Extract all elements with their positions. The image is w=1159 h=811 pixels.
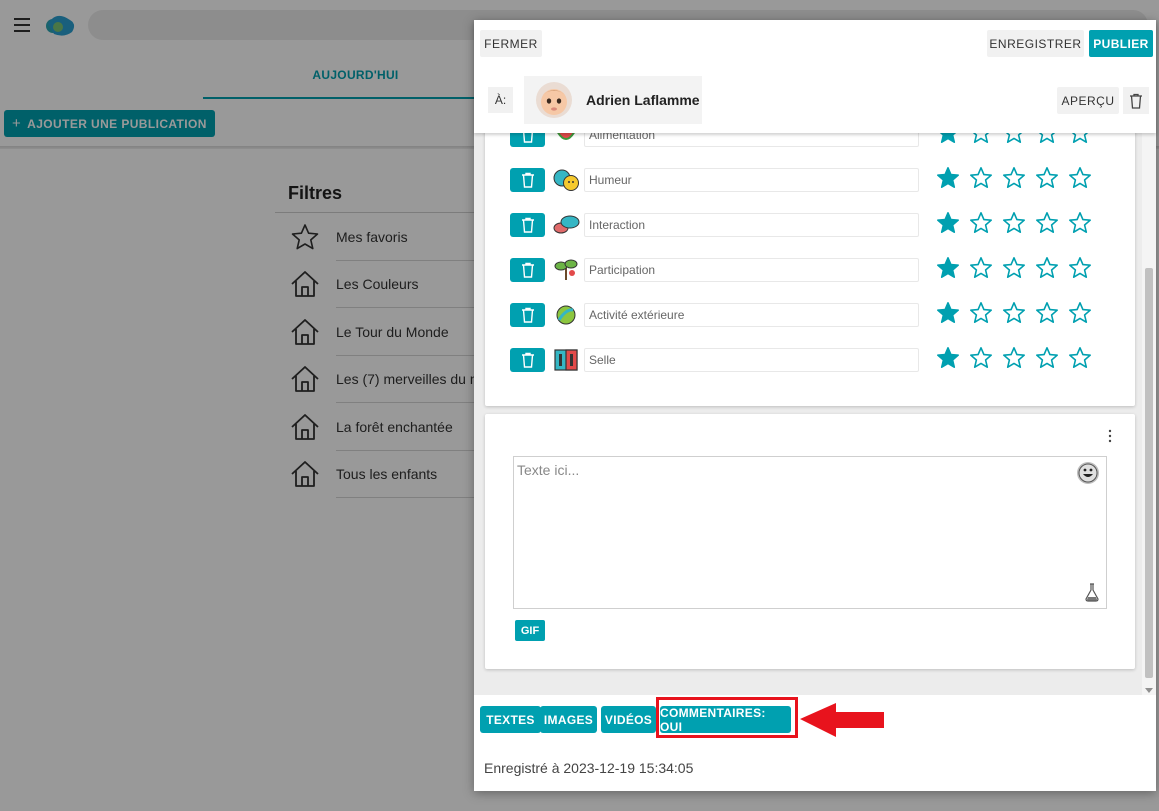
star-outline-icon[interactable]	[1035, 133, 1059, 145]
star-outline-icon[interactable]	[1068, 346, 1092, 370]
dialog-footer: TEXTES IMAGES VIDÉOS COMMENTAIRES: OUI E…	[474, 695, 1156, 791]
star-rating	[936, 346, 1092, 370]
rating-row-alimentation: Alimentation	[485, 133, 1135, 168]
star-outline-icon[interactable]	[1068, 256, 1092, 280]
star-outline-icon[interactable]	[969, 346, 993, 370]
star-rating	[936, 133, 1092, 145]
rating-label[interactable]: Selle	[584, 348, 919, 372]
recipient-chip[interactable]: Adrien Laflamme	[524, 76, 702, 124]
rating-label[interactable]: Interaction	[584, 213, 919, 237]
star-outline-icon[interactable]	[1068, 166, 1092, 190]
star-outline-icon[interactable]	[969, 211, 993, 235]
delete-rating-button[interactable]	[510, 348, 545, 372]
star-filled-icon[interactable]	[936, 346, 960, 370]
star-filled-icon[interactable]	[936, 133, 960, 145]
emoji-icon[interactable]	[1076, 461, 1100, 485]
saved-timestamp: Enregistré à 2023-12-19 15:34:05	[484, 760, 694, 776]
star-outline-icon[interactable]	[1035, 346, 1059, 370]
delete-button[interactable]	[1123, 87, 1149, 114]
delete-rating-button[interactable]	[510, 213, 545, 237]
star-outline-icon[interactable]	[1035, 256, 1059, 280]
recipient-to-label: À:	[488, 87, 513, 113]
recipient-name: Adrien Laflamme	[586, 92, 700, 108]
text-placeholder: Texte ici...	[517, 462, 580, 478]
delete-rating-button[interactable]	[510, 133, 545, 147]
more-options-icon[interactable]	[1107, 429, 1113, 443]
avatar	[536, 82, 572, 118]
images-button[interactable]: IMAGES	[540, 706, 597, 733]
flask-icon[interactable]	[1084, 582, 1100, 602]
ratings-card: Alimentation Humeur Interaction Particip…	[485, 133, 1135, 406]
star-outline-icon[interactable]	[1002, 133, 1026, 145]
publish-button[interactable]: PUBLIER	[1089, 30, 1153, 57]
star-outline-icon[interactable]	[1035, 211, 1059, 235]
star-outline-icon[interactable]	[1035, 301, 1059, 325]
videos-button[interactable]: VIDÉOS	[601, 706, 656, 733]
star-outline-icon[interactable]	[1002, 256, 1026, 280]
star-rating	[936, 166, 1092, 190]
scrollbar[interactable]	[1142, 133, 1156, 695]
restroom-icon	[554, 349, 578, 371]
star-filled-icon[interactable]	[936, 256, 960, 280]
trash-icon	[522, 133, 533, 143]
star-outline-icon[interactable]	[969, 166, 993, 190]
star-filled-icon[interactable]	[936, 166, 960, 190]
star-outline-icon[interactable]	[1002, 166, 1026, 190]
trash-icon	[521, 172, 534, 188]
watermelon-icon	[557, 133, 575, 140]
close-button[interactable]: FERMER	[480, 30, 542, 57]
star-filled-icon[interactable]	[936, 301, 960, 325]
star-outline-icon[interactable]	[969, 133, 993, 145]
rating-row-participation: Participation	[485, 256, 1135, 303]
publication-dialog: FERMER ENREGISTRER PUBLIER À: Adrien Laf…	[474, 20, 1156, 791]
text-card: Texte ici... GIF	[485, 414, 1135, 669]
speech-bubbles-icon	[553, 215, 580, 234]
trash-icon	[521, 217, 534, 233]
leaf-ball-icon	[556, 305, 576, 325]
star-rating	[936, 211, 1092, 235]
star-outline-icon[interactable]	[1035, 166, 1059, 190]
annotation-arrow-icon	[800, 703, 884, 737]
text-editor[interactable]: Texte ici...	[513, 456, 1107, 609]
delete-rating-button[interactable]	[510, 168, 545, 192]
star-outline-icon[interactable]	[969, 301, 993, 325]
rating-row-activite-exterieure: Activité extérieure	[485, 301, 1135, 348]
rating-label[interactable]: Humeur	[584, 168, 919, 192]
sprout-icon	[554, 259, 578, 280]
star-outline-icon[interactable]	[1002, 211, 1026, 235]
dialog-body: Alimentation Humeur Interaction Particip…	[474, 133, 1156, 695]
annotation-highlight-box	[656, 697, 798, 738]
rating-label[interactable]: Activité extérieure	[584, 303, 919, 327]
star-outline-icon[interactable]	[969, 256, 993, 280]
star-outline-icon[interactable]	[1068, 301, 1092, 325]
rating-row-humeur: Humeur	[485, 166, 1135, 213]
rating-label[interactable]: Participation	[584, 258, 919, 282]
star-rating	[936, 301, 1092, 325]
save-button[interactable]: ENREGISTRER	[987, 30, 1084, 57]
star-rating	[936, 256, 1092, 280]
star-outline-icon[interactable]	[1002, 346, 1026, 370]
star-outline-icon[interactable]	[1068, 133, 1092, 145]
trash-icon	[521, 307, 534, 323]
star-filled-icon[interactable]	[936, 211, 960, 235]
scroll-down-icon[interactable]	[1145, 688, 1153, 693]
delete-rating-button[interactable]	[510, 258, 545, 282]
trash-icon	[521, 352, 534, 368]
gif-button[interactable]: GIF	[515, 620, 545, 641]
trash-icon	[521, 262, 534, 278]
trash-icon	[1130, 93, 1142, 109]
dialog-header: FERMER ENREGISTRER PUBLIER À: Adrien Laf…	[474, 20, 1156, 133]
star-outline-icon[interactable]	[1002, 301, 1026, 325]
texts-button[interactable]: TEXTES	[480, 706, 541, 733]
mood-faces-icon	[553, 169, 579, 191]
star-outline-icon[interactable]	[1068, 211, 1092, 235]
scrollbar-thumb[interactable]	[1145, 268, 1153, 678]
preview-button[interactable]: APERÇU	[1057, 87, 1119, 114]
rating-label[interactable]: Alimentation	[584, 133, 919, 147]
delete-rating-button[interactable]	[510, 303, 545, 327]
rating-row-interaction: Interaction	[485, 211, 1135, 258]
rating-row-selle: Selle	[485, 346, 1135, 393]
